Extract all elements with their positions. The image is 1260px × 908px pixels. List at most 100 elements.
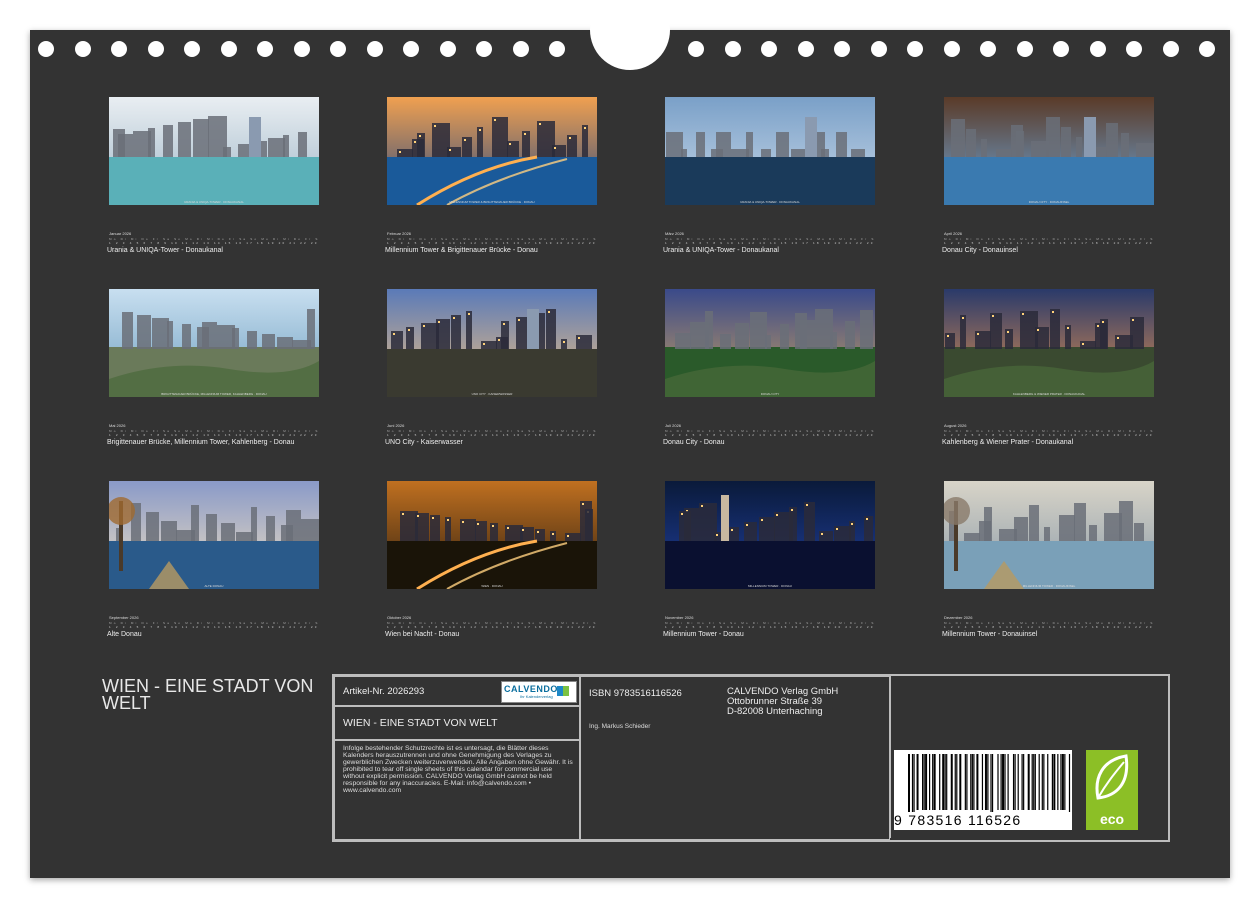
month-title: Kahlenberg & Wiener Prater - Donaukanal — [942, 439, 1074, 446]
binding-hole — [403, 41, 419, 57]
binding-hole — [330, 41, 346, 57]
month-photo — [109, 97, 319, 205]
month-name: September 2026 — [109, 615, 139, 620]
weekday-row: Mo Di Mi Do Fr Sa So Mo Di Mi Do Fr Sa S… — [665, 621, 875, 624]
month-name: Oktober 2026 — [387, 615, 412, 620]
binding-hole — [943, 41, 960, 57]
photo-caption: BRIGITTENAUER BRÜCKE, MILLENNIUM TOWER, … — [161, 392, 267, 396]
month-title: Millennium Tower - Donauinsel — [942, 631, 1038, 638]
month-name: Februar 2026 — [387, 231, 412, 236]
binding-hole — [549, 41, 565, 57]
weekday-row: Mo Di Mi Do Fr Sa So Mo Di Mi Do Fr Sa S… — [109, 621, 319, 624]
photo-caption: ALTE DONAU — [204, 584, 224, 588]
photo-caption: URANIA & UNIQA-TOWER · DONAUKANAL — [740, 200, 800, 204]
weekday-row: Mo Di Mi Do Fr Sa So Mo Di Mi Do Fr Sa S… — [665, 237, 875, 240]
month-cell: WIEN · DONAU Oktober 2026 Mo Di Mi Do Fr S… — [385, 481, 597, 651]
month-name: Januar 2026 — [109, 231, 132, 236]
month-name: Dezember 2026 — [944, 615, 973, 620]
month-photo — [665, 289, 875, 397]
article-number: Artikel-Nr. 2026293 — [343, 686, 425, 697]
title-cell: WIEN - EINE STADT VON WELT — [334, 706, 580, 740]
eco-badge: eco — [1086, 750, 1138, 830]
day-numbers: 1 2 3 4 5 6 7 8 9 10 11 12 13 14 15 16 1… — [109, 625, 319, 629]
month-photo — [387, 289, 597, 397]
weekday-row: Mo Di Mi Do Fr Sa So Mo Di Mi Do Fr Sa S… — [387, 429, 597, 432]
month-title: Urania & UNIQA-Tower - Donaukanal — [663, 247, 779, 254]
binding-hole — [293, 41, 310, 57]
month-photo — [109, 289, 319, 397]
binding-hole — [1162, 41, 1179, 57]
eco-label: eco — [1099, 811, 1125, 827]
weekday-row: Mo Di Mi Do Fr Sa So Mo Di Mi Do Fr Sa S… — [944, 237, 1154, 240]
month-cell: UNO CITY · KAISERWASSER Juni 2026 Mo Di Mi… — [385, 289, 597, 459]
legal-text: Infolge bestehender Schutzrechte ist es … — [343, 745, 573, 794]
month-title: Urania & UNIQA-Tower - Donaukanal — [107, 247, 223, 254]
month-cell: DONAU CITY · DONAUINSEL April 2026 Mo Di M… — [942, 97, 1154, 267]
binding-hole — [834, 41, 850, 57]
publisher-address: CALVENDO Verlag GmbH Ottobrunner Straße … — [727, 687, 838, 717]
day-numbers: 1 2 3 4 5 6 7 8 9 10 11 12 13 14 15 16 1… — [109, 241, 319, 245]
month-photo — [944, 289, 1154, 397]
binding-hole — [111, 41, 127, 57]
isbn: ISBN 9783516116526 — [589, 688, 682, 699]
weekday-row: Mo Di Mi Do Fr Sa So Mo Di Mi Do Fr Sa S… — [109, 237, 319, 240]
binding-hole — [1126, 41, 1142, 57]
photo-caption: URANIA & UNIQA-TOWER · DONAUKANAL — [184, 200, 244, 204]
month-name: Juli 2026 — [665, 423, 682, 428]
legal-cell: Infolge bestehender Schutzrechte ist es … — [334, 740, 580, 840]
weekday-row: Mo Di Mi Do Fr Sa So Mo Di Mi Do Fr Sa S… — [109, 429, 319, 432]
day-numbers: 1 2 3 4 5 6 7 8 9 10 11 12 13 14 15 16 1… — [665, 625, 875, 629]
month-title: Brigittenauer Brücke, Millennium Tower, … — [107, 439, 295, 446]
book-icon — [557, 686, 569, 696]
month-photo — [665, 97, 875, 205]
month-name: November 2026 — [665, 615, 694, 620]
month-title: Millennium Tower - Donau — [663, 631, 744, 638]
binding-hole — [797, 41, 814, 57]
author: Ing. Markus Schieder — [589, 723, 651, 730]
binding-hole — [257, 41, 273, 57]
cover-title: WIEN - EINE STADT VON WELT — [102, 676, 314, 713]
month-cell: MILLENNIUM TOWER & BRIGITTENAUER BRÜCKE … — [385, 97, 597, 267]
month-title: UNO City - Kaiserwasser — [385, 439, 463, 446]
photo-caption: MILLENNIUM TOWER & BRIGITTENAUER BRÜCKE … — [449, 200, 535, 204]
day-numbers: 1 2 3 4 5 6 7 8 9 10 11 12 13 14 15 16 1… — [944, 241, 1154, 245]
binding-hole — [907, 41, 923, 57]
leaf-icon — [1095, 754, 1129, 800]
month-title: Millennium Tower & Brigittenauer Brücke … — [385, 247, 538, 254]
binding-hole — [512, 41, 529, 57]
weekday-row: Mo Di Mi Do Fr Sa So Mo Di Mi Do Fr Sa S… — [387, 621, 597, 624]
month-title: Wien bei Nacht - Donau — [385, 631, 460, 638]
binding-hole — [184, 41, 200, 57]
binding-hole — [980, 41, 996, 57]
day-numbers: 1 2 3 4 5 6 7 8 9 10 11 12 13 14 15 16 1… — [944, 625, 1154, 629]
weekday-row: Mo Di Mi Do Fr Sa So Mo Di Mi Do Fr Sa S… — [944, 621, 1154, 624]
photo-caption: UNO CITY · KAISERWASSER — [471, 392, 513, 396]
logo-text: CALVENDO — [504, 684, 558, 694]
weekday-row: Mo Di Mi Do Fr Sa So Mo Di Mi Do Fr Sa S… — [665, 429, 875, 432]
weekday-row: Mo Di Mi Do Fr Sa So Mo Di Mi Do Fr Sa S… — [387, 237, 597, 240]
barcode-bars — [908, 754, 1074, 814]
month-cell: BRIGITTENAUER BRÜCKE, MILLENNIUM TOWER, … — [107, 289, 319, 459]
month-photo — [944, 97, 1154, 205]
month-cell: KAHLENBERG & WIENER PRATER · DONAUKANAL A… — [942, 289, 1154, 459]
binding-hole — [1016, 41, 1033, 57]
day-numbers: 1 2 3 4 5 6 7 8 9 10 11 12 13 14 15 16 1… — [387, 241, 597, 245]
month-title: Donau City - Donauinsel — [942, 247, 1018, 254]
month-photo — [387, 481, 597, 589]
calendar-title: WIEN - EINE STADT VON WELT — [343, 717, 498, 729]
photo-caption: DONAU CITY — [760, 392, 780, 396]
binding-hole — [870, 41, 887, 57]
month-cell: MILLENNIUM TOWER · DONAUINSEL Dezember 20… — [942, 481, 1154, 651]
photo-caption: MILLENNIUM TOWER · DONAUINSEL — [1022, 584, 1076, 588]
month-cell: MILLENNIUM TOWER · DONAU November 2026 Mo … — [663, 481, 875, 651]
photo-caption: DONAU CITY · DONAUINSEL — [1028, 200, 1070, 204]
binding-hole — [1089, 41, 1106, 57]
day-numbers: 1 2 3 4 5 6 7 8 9 10 11 12 13 14 15 16 1… — [109, 433, 319, 437]
month-cell: DONAU CITY Juli 2026 Mo Di Mi Do Fr Sa So … — [663, 289, 875, 459]
photo-caption: KAHLENBERG & WIENER PRATER · DONAUKANAL — [1012, 392, 1086, 396]
month-photo — [109, 481, 319, 589]
month-name: April 2026 — [944, 231, 963, 236]
month-title: Alte Donau — [107, 631, 142, 638]
info-box: Artikel-Nr. 2026293 CALVENDO Ihr Kalende… — [332, 674, 1170, 842]
binding-hole — [724, 41, 741, 57]
